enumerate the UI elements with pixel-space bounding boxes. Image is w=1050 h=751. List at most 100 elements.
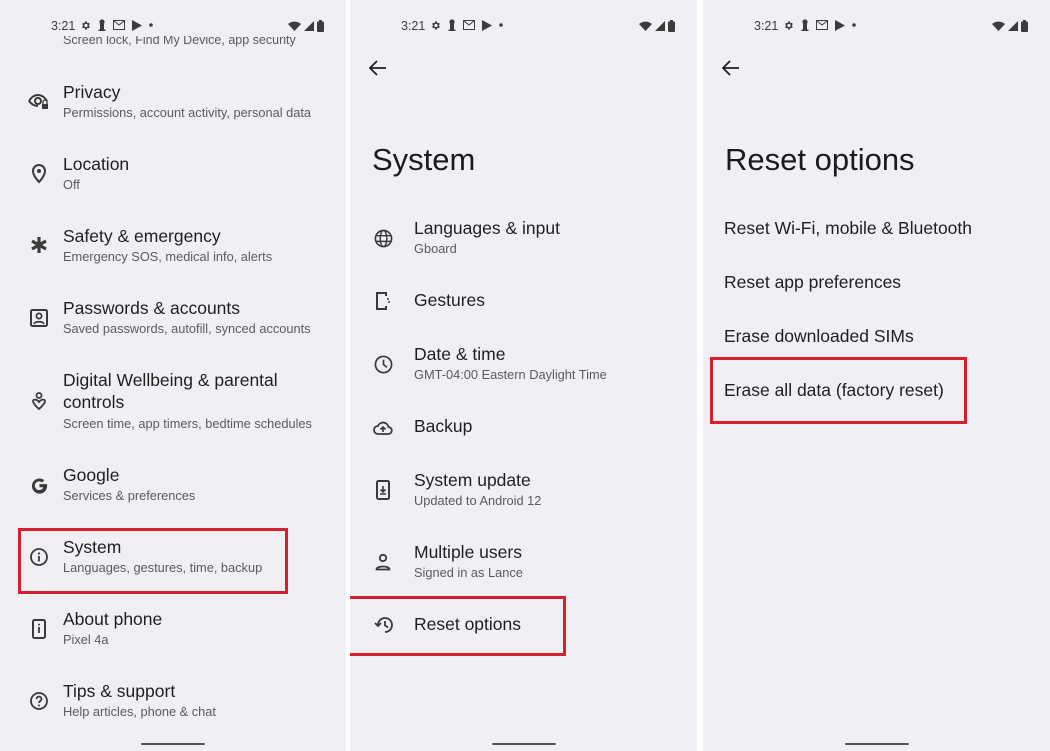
system-settings-screen: 3:21 System Languages & input Gboard Ges… — [350, 0, 697, 751]
status-time: 3:21 — [51, 19, 76, 33]
back-button[interactable] — [719, 56, 743, 80]
item-subtitle: Services & preferences — [63, 488, 196, 503]
item-subtitle: Signed in as Lance — [414, 565, 523, 580]
item-title: Safety & emergency — [63, 226, 221, 246]
settings-item-system[interactable]: System Languages, gestures, time, backup — [0, 535, 346, 585]
gmail-icon — [816, 20, 828, 30]
gesture-nav-bar[interactable] — [844, 742, 909, 745]
system-item-backup[interactable]: Backup — [350, 414, 697, 444]
gesture-nav-bar[interactable] — [491, 742, 556, 745]
settings-icon — [783, 20, 794, 31]
item-title: Date & time — [414, 344, 506, 364]
status-bar: 3:21 — [0, 17, 346, 37]
status-bar: 3:21 — [703, 17, 1050, 37]
item-subtitle: Languages, gestures, time, backup — [63, 560, 263, 575]
reset-options-screen: 3:21 Reset options Reset Wi-Fi, mobile &… — [703, 0, 1050, 751]
page-title: System — [372, 142, 476, 177]
reset-wifi-mobile-bluetooth[interactable]: Reset Wi-Fi, mobile & Bluetooth — [724, 217, 972, 239]
back-arrow-icon — [722, 60, 739, 76]
keyhole-icon — [98, 19, 106, 31]
wellbeing-icon — [27, 390, 51, 414]
item-title: About phone — [63, 609, 163, 629]
status-time: 3:21 — [754, 19, 779, 33]
item-subtitle: Gboard — [414, 241, 457, 256]
back-arrow-icon — [369, 60, 386, 76]
battery-icon — [1021, 20, 1028, 32]
settings-item-safety[interactable]: Safety & emergency Emergency SOS, medica… — [0, 224, 346, 274]
item-title: Multiple users — [414, 542, 522, 562]
item-title: Reset options — [414, 614, 522, 634]
signal-icon — [1008, 21, 1018, 31]
settings-icon — [430, 20, 441, 31]
wifi-icon — [288, 21, 301, 31]
keyhole-icon — [448, 19, 456, 31]
settings-main-screen: 3:21 Screen lock, Find My Device, app se… — [0, 0, 346, 751]
settings-icon — [80, 20, 91, 31]
phone-info-icon — [27, 617, 51, 641]
settings-item-digital-wellbeing[interactable]: Digital Wellbeing & parental controls Sc… — [0, 368, 346, 438]
system-item-languages-input[interactable]: Languages & input Gboard — [350, 216, 697, 266]
item-title: Passwords & accounts — [63, 298, 241, 318]
play-store-icon — [835, 19, 845, 31]
system-item-gestures[interactable]: Gestures — [350, 288, 697, 318]
gestures-phone-icon — [371, 289, 395, 313]
item-subtitle: Off — [63, 177, 80, 192]
settings-item-tips-support[interactable]: Tips & support Help articles, phone & ch… — [0, 679, 346, 729]
gesture-nav-bar[interactable] — [141, 742, 205, 745]
item-title: Location — [63, 154, 130, 174]
back-button[interactable] — [366, 56, 390, 80]
settings-item-privacy[interactable]: Privacy Permissions, account activity, p… — [0, 80, 346, 130]
gmail-icon — [113, 20, 125, 30]
item-title-line2: controls — [63, 392, 125, 412]
wifi-icon — [992, 21, 1005, 31]
dot-icon — [499, 23, 503, 27]
item-subtitle: Screen time, app timers, bedtime schedul… — [63, 416, 312, 431]
signal-icon — [655, 21, 665, 31]
privacy-eye-icon — [27, 90, 51, 114]
page-title: Reset options — [725, 142, 915, 177]
dot-icon — [852, 23, 856, 27]
status-time: 3:21 — [401, 19, 426, 33]
play-store-icon — [482, 19, 492, 31]
history-icon — [371, 613, 395, 637]
dot-icon — [149, 23, 153, 27]
person-icon — [371, 550, 395, 574]
info-circle-icon — [27, 545, 51, 569]
keyhole-icon — [801, 19, 809, 31]
settings-item-google[interactable]: Google Services & preferences — [0, 463, 346, 513]
erase-all-data-factory-reset[interactable]: Erase all data (factory reset) — [724, 379, 944, 401]
item-title: Digital Wellbeing & parental — [63, 370, 278, 390]
system-item-reset-options[interactable]: Reset options — [350, 613, 697, 643]
system-item-system-update[interactable]: System update Updated to Android 12 — [350, 468, 697, 518]
item-title: Languages & input — [414, 218, 560, 238]
item-title: Backup — [414, 416, 473, 436]
item-subtitle: Permissions, account activity, personal … — [63, 105, 311, 120]
erase-downloaded-sims[interactable]: Erase downloaded SIMs — [724, 325, 914, 347]
account-box-icon — [27, 306, 51, 330]
play-store-icon — [132, 19, 142, 31]
reset-app-preferences[interactable]: Reset app preferences — [724, 271, 901, 293]
item-subtitle: Updated to Android 12 — [414, 493, 542, 508]
item-subtitle: Help articles, phone & chat — [63, 704, 216, 719]
item-title: System update — [414, 470, 531, 490]
status-bar: 3:21 — [350, 17, 697, 37]
settings-item-about-phone[interactable]: About phone Pixel 4a — [0, 607, 346, 657]
google-g-icon — [27, 473, 51, 497]
system-item-date-time[interactable]: Date & time GMT-04:00 Eastern Daylight T… — [350, 342, 697, 392]
item-title: Gestures — [414, 290, 485, 310]
item-subtitle: Saved passwords, autofill, synced accoun… — [63, 321, 311, 336]
item-subtitle: Pixel 4a — [63, 632, 109, 647]
item-subtitle: Emergency SOS, medical info, alerts — [63, 249, 273, 264]
battery-icon — [668, 20, 675, 32]
item-title: Tips & support — [63, 681, 176, 701]
settings-item-passwords-accounts[interactable]: Passwords & accounts Saved passwords, au… — [0, 296, 346, 346]
system-update-icon — [371, 478, 395, 502]
system-item-multiple-users[interactable]: Multiple users Signed in as Lance — [350, 540, 697, 590]
clock-icon — [371, 352, 395, 376]
asterisk-emergency-icon — [27, 233, 51, 257]
settings-item-location[interactable]: Location Off — [0, 152, 346, 202]
wifi-icon — [639, 21, 652, 31]
cloud-upload-icon — [371, 415, 395, 439]
globe-icon — [371, 226, 395, 250]
signal-icon — [304, 21, 314, 31]
